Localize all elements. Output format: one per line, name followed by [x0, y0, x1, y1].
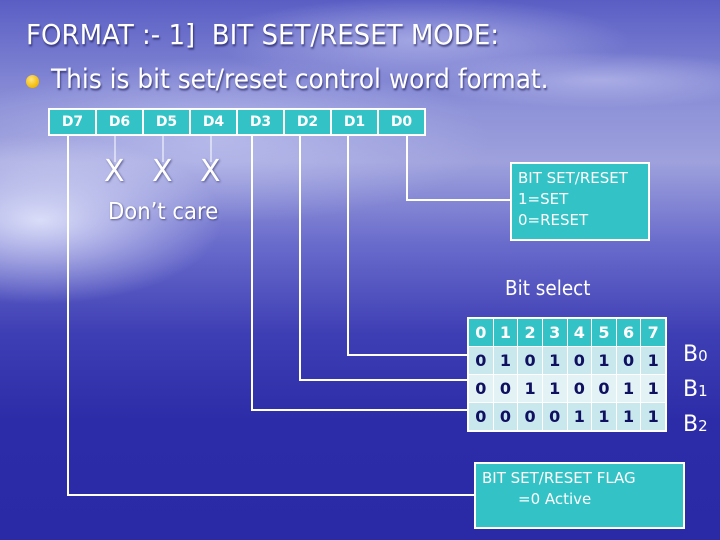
table-cell: 1 [592, 347, 616, 374]
bit-select-label: Bit select [505, 276, 591, 300]
table-cell: 0 [493, 403, 518, 430]
row-label-b0: B0 [683, 342, 708, 367]
table-cell: 1 [641, 403, 665, 430]
table-cell: 0 [493, 375, 518, 402]
table-header-cell: 6 [616, 319, 641, 346]
register-bit-d2: D2 [285, 110, 332, 134]
register-bit-d0: D0 [379, 110, 424, 134]
control-word-register: D7 D6 D5 D4 D3 D2 D1 D0 [48, 108, 426, 136]
table-header-cell: 0 [469, 319, 493, 346]
row-label-subscript: 0 [698, 347, 708, 365]
flag-active-value: =0 Active [518, 490, 592, 508]
table-cell: 0 [469, 375, 493, 402]
table-cell: 1 [493, 347, 518, 374]
table-cell: 1 [567, 403, 592, 430]
slide: FORMAT :- 1] BIT SET/RESET MODE: This is… [0, 0, 720, 540]
row-label-subscript: 1 [698, 382, 708, 400]
bit-set-reset-title: BIT SET/RESET [518, 169, 628, 187]
bit-select-table: 0 1 2 3 4 5 6 7 0 1 0 1 0 1 0 1 0 0 1 1 … [467, 317, 667, 432]
bit-set-reset-reset: 0=RESET [518, 211, 589, 229]
table-cell: 1 [542, 375, 567, 402]
bit-set-reset-flag-box: BIT SET/RESET FLAG =0 Active [474, 462, 685, 529]
table-row-b0: 0 1 0 1 0 1 0 1 [469, 347, 665, 374]
table-header-cell: 1 [493, 319, 518, 346]
table-cell: 0 [542, 403, 567, 430]
register-bit-d7: D7 [50, 110, 97, 134]
table-header-cell: 5 [592, 319, 616, 346]
row-label-letter: B [683, 377, 699, 402]
table-cell: 0 [567, 375, 592, 402]
table-cell: 0 [592, 375, 616, 402]
register-bit-d1: D1 [332, 110, 379, 134]
table-cell: 0 [616, 347, 641, 374]
table-cell: 1 [641, 347, 665, 374]
table-row-b1: 0 0 1 1 0 0 1 1 [469, 375, 665, 402]
table-header-cell: 2 [518, 319, 542, 346]
connector-d0 [406, 136, 510, 201]
dont-care-mark-d4: X [200, 154, 221, 189]
table-cell: 0 [518, 347, 542, 374]
table-row-b2: 0 0 0 0 1 1 1 1 [469, 403, 665, 430]
dont-care-mark-d5: X [152, 154, 173, 189]
table-header-cell: 4 [567, 319, 592, 346]
register-bit-d4: D4 [191, 110, 238, 134]
connector-lines [67, 136, 510, 496]
register-bit-d5: D5 [144, 110, 191, 134]
row-label-b1: B1 [683, 377, 708, 402]
register-bit-d3: D3 [238, 110, 285, 134]
connector-d7 [67, 136, 474, 496]
table-cell: 1 [542, 347, 567, 374]
connector-d3 [251, 136, 470, 411]
table-header-cell: 3 [542, 319, 567, 346]
flag-title: BIT SET/RESET FLAG [482, 469, 636, 487]
row-label-b2: B2 [683, 412, 708, 437]
table-cell: 1 [616, 403, 641, 430]
connector-d1 [347, 136, 470, 356]
table-cell: 1 [641, 375, 665, 402]
dont-care-label: Don’t care [108, 199, 219, 225]
register-bit-d6: D6 [97, 110, 144, 134]
table-cell: 1 [616, 375, 641, 402]
table-cell: 0 [469, 403, 493, 430]
dont-care-mark-d6: X [104, 154, 125, 189]
table-cell: 1 [518, 375, 542, 402]
table-cell: 1 [592, 403, 616, 430]
bit-set-reset-box: BIT SET/RESET 1=SET 0=RESET [510, 162, 650, 241]
table-header-row: 0 1 2 3 4 5 6 7 [469, 319, 665, 346]
table-cell: 0 [518, 403, 542, 430]
row-label-letter: B [683, 342, 699, 367]
table-cell: 0 [469, 347, 493, 374]
row-label-subscript: 2 [698, 417, 708, 435]
row-label-letter: B [683, 412, 699, 437]
table-cell: 0 [567, 347, 592, 374]
bit-set-reset-set: 1=SET [518, 190, 569, 208]
table-header-cell: 7 [641, 319, 665, 346]
connector-d2 [299, 136, 470, 381]
